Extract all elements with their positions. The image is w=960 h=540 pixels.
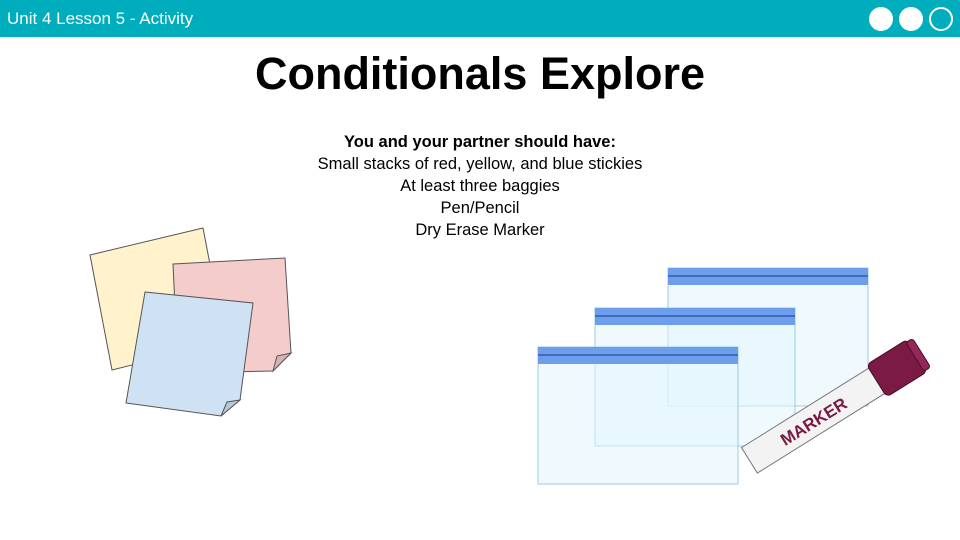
- slide: Unit 4 Lesson 5 - Activity Conditionals …: [0, 0, 960, 540]
- materials-item: Small stacks of red, yellow, and blue st…: [317, 155, 643, 173]
- blue-sticky-note: [125, 291, 254, 417]
- lesson-label: Unit 4 Lesson 5 - Activity: [7, 9, 194, 28]
- progress-dots: [869, 7, 953, 31]
- slide-title: Conditionals Explore: [254, 48, 706, 99]
- baggie-front: [537, 346, 739, 485]
- progress-dot-empty: [929, 7, 953, 31]
- header-bar: Unit 4 Lesson 5 - Activity: [0, 0, 960, 37]
- materials-heading: You and your partner should have:: [344, 133, 616, 151]
- baggies-and-marker-illustration: MARKER: [537, 267, 930, 485]
- materials-item: At least three baggies: [400, 177, 560, 195]
- materials-item: Pen/Pencil: [440, 199, 520, 217]
- progress-dot-filled: [869, 7, 893, 31]
- sticky-notes-illustration: [89, 227, 293, 417]
- progress-dot-filled: [899, 7, 923, 31]
